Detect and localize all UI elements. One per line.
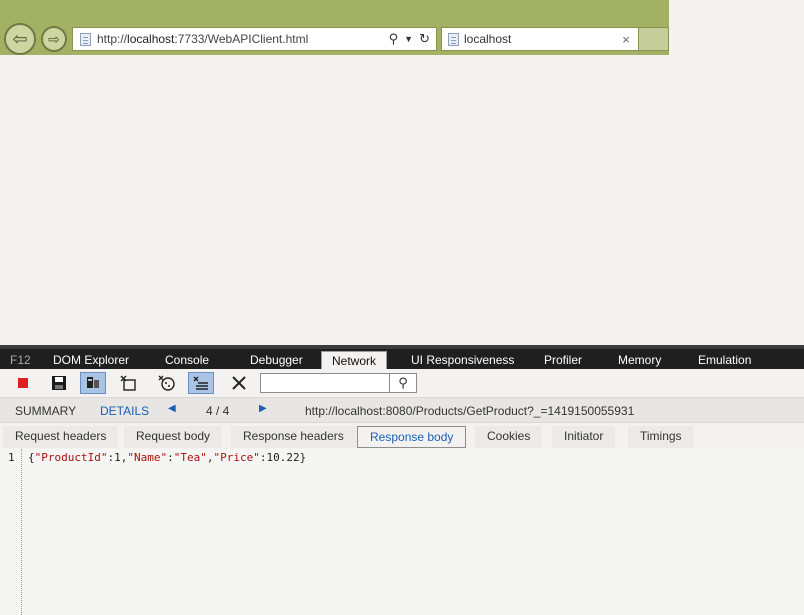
tab-initiator[interactable]: Initiator bbox=[552, 426, 616, 448]
json-token: :1, bbox=[107, 451, 128, 464]
json-token: : bbox=[167, 451, 174, 464]
line-number: 1 bbox=[8, 451, 15, 464]
tab-ui-responsiveness[interactable]: UI Responsiveness bbox=[411, 351, 514, 371]
details-bar: SUMMARY DETAILS ◀ 4 / 4 ▶ http://localho… bbox=[0, 397, 804, 423]
forward-button[interactable]: ⇨ bbox=[41, 26, 67, 52]
clear-cache-icon bbox=[120, 375, 136, 391]
tab-profiler[interactable]: Profiler bbox=[544, 351, 582, 371]
devtools-panel: F12 DOM Explorer Console Debugger Networ… bbox=[0, 345, 804, 615]
search-icon[interactable]: ⚲ bbox=[389, 31, 399, 47]
browser-chrome: ⇦ ⇨ http://localhost:7733/WebAPIClient.h… bbox=[0, 0, 804, 55]
back-arrow-icon: ⇦ bbox=[12, 29, 28, 49]
clear-cache-button[interactable] bbox=[116, 372, 142, 394]
details-subtabs: Request headers Request body Response he… bbox=[0, 423, 804, 449]
tab-close-icon[interactable]: × bbox=[618, 32, 634, 47]
refresh-icon[interactable]: ↻ bbox=[419, 31, 430, 47]
tab-request-body[interactable]: Request body bbox=[124, 426, 223, 448]
stop-recording-icon bbox=[18, 378, 28, 388]
tab-page-icon bbox=[448, 32, 459, 46]
clear-cookies-button[interactable] bbox=[154, 372, 180, 394]
search-button[interactable]: ⚲ bbox=[390, 373, 417, 393]
search-input[interactable] bbox=[260, 373, 390, 393]
tab-response-headers[interactable]: Response headers bbox=[231, 426, 356, 448]
page-viewport bbox=[0, 55, 804, 345]
url-prefix: http:// bbox=[97, 32, 128, 46]
tab-response-body[interactable]: Response body bbox=[357, 426, 467, 448]
tab-request-headers[interactable]: Request headers bbox=[3, 426, 119, 448]
url-path: :7733/WebAPIClient.html bbox=[174, 32, 309, 46]
back-button[interactable]: ⇦ bbox=[4, 23, 36, 55]
summary-tab[interactable]: SUMMARY bbox=[15, 404, 76, 418]
close-icon bbox=[232, 376, 246, 390]
details-tab[interactable]: DETAILS bbox=[100, 404, 149, 418]
json-token: { bbox=[28, 451, 35, 464]
forward-arrow-icon: ⇨ bbox=[48, 31, 60, 47]
json-key: "ProductId" bbox=[34, 451, 108, 464]
tab-debugger[interactable]: Debugger bbox=[250, 351, 303, 371]
stop-recording-button[interactable] bbox=[10, 372, 36, 394]
line-gutter bbox=[0, 449, 22, 615]
browser-tab[interactable]: localhost × bbox=[441, 27, 639, 51]
json-key: "Name" bbox=[127, 451, 168, 464]
json-token: :10.22} bbox=[259, 451, 307, 464]
devtools-f12-label: F12 bbox=[10, 353, 31, 367]
url-text[interactable]: http://localhost:7733/WebAPIClient.html bbox=[97, 32, 389, 46]
dropdown-icon[interactable]: ▼ bbox=[404, 34, 413, 44]
tab-memory[interactable]: Memory bbox=[618, 351, 661, 371]
devtools-menu: F12 DOM Explorer Console Debugger Networ… bbox=[0, 345, 804, 373]
json-key: "Price" bbox=[213, 451, 260, 464]
always-refresh-icon bbox=[87, 377, 99, 388]
url-host: localhost bbox=[127, 32, 175, 46]
tab-emulation[interactable]: Emulation bbox=[698, 351, 751, 371]
export-button[interactable] bbox=[46, 372, 72, 394]
response-json[interactable]: {"ProductId":1,"Name":"Tea","Price":10.2… bbox=[28, 451, 306, 464]
previous-request-icon[interactable]: ◀ bbox=[168, 403, 176, 414]
tab-console[interactable]: Console bbox=[165, 351, 209, 371]
request-url: http://localhost:8080/Products/GetProduc… bbox=[305, 404, 635, 418]
tab-timings[interactable]: Timings bbox=[628, 426, 694, 448]
tab-title: localhost bbox=[464, 32, 512, 46]
new-tab-button[interactable] bbox=[639, 27, 669, 51]
always-refresh-button[interactable] bbox=[80, 372, 106, 394]
json-string: "Tea" bbox=[173, 451, 207, 464]
search-icon: ⚲ bbox=[398, 375, 408, 390]
address-bar[interactable]: http://localhost:7733/WebAPIClient.html … bbox=[72, 27, 437, 51]
page-icon bbox=[80, 32, 91, 46]
request-counter: 4 / 4 bbox=[206, 404, 230, 418]
network-toolbar: ⚲ bbox=[0, 369, 804, 397]
tab-cookies[interactable]: Cookies bbox=[475, 426, 543, 448]
save-icon bbox=[52, 376, 66, 390]
clear-cookies-icon bbox=[158, 375, 175, 391]
clear-entries-icon bbox=[193, 376, 208, 390]
close-button[interactable] bbox=[226, 372, 252, 394]
clear-entries-button[interactable] bbox=[188, 372, 214, 394]
tab-dom-explorer[interactable]: DOM Explorer bbox=[53, 351, 129, 371]
response-body-panel[interactable]: 1 {"ProductId":1,"Name":"Tea","Price":10… bbox=[0, 449, 804, 615]
next-request-icon[interactable]: ▶ bbox=[259, 403, 267, 414]
